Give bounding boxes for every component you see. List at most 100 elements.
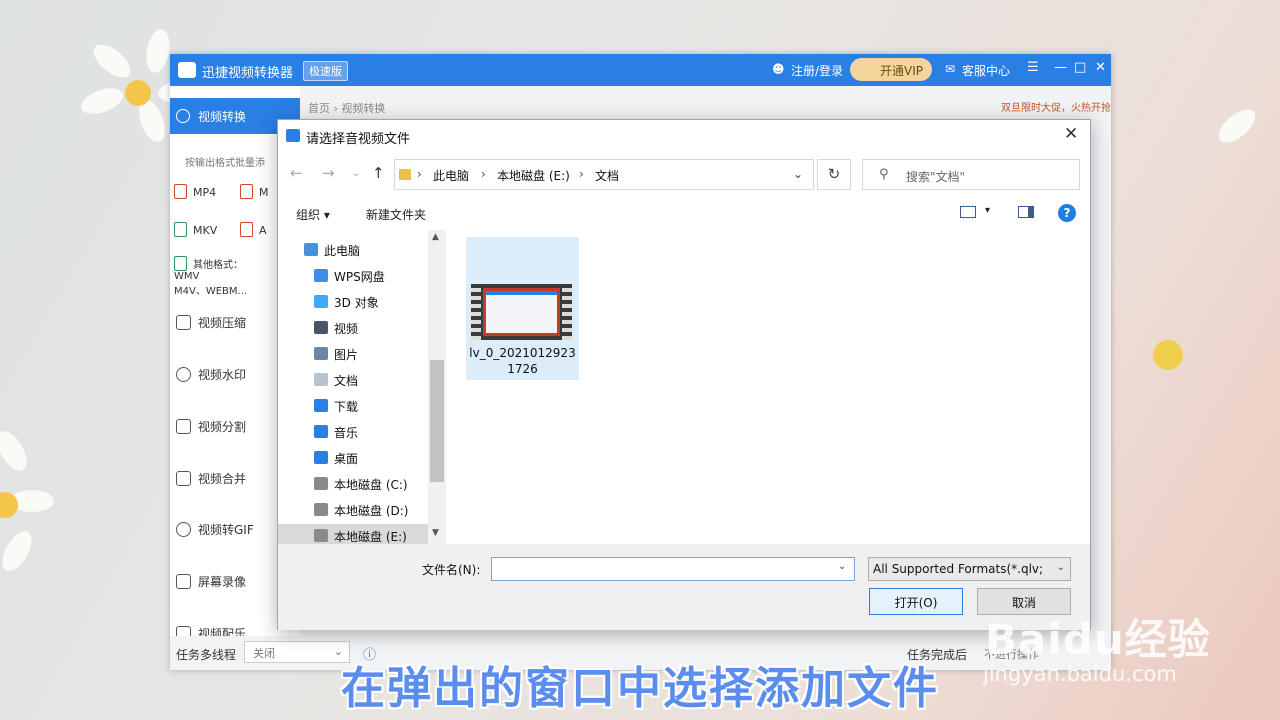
tree-item-label: WPS网盘 (334, 270, 385, 284)
subtitle-caption: 在弹出的窗口中选择添加文件 (341, 663, 939, 714)
folder-icon (314, 477, 328, 490)
tree-item[interactable]: 下载 (306, 394, 446, 418)
folder-icon (314, 347, 328, 360)
tree-item[interactable]: 视频 (306, 316, 446, 340)
tree-item[interactable]: 音乐 (306, 420, 446, 444)
close-icon[interactable]: ✕ (1095, 60, 1106, 75)
minimize-icon[interactable]: — (1054, 60, 1067, 75)
vip-button[interactable]: 开通VIP (850, 58, 932, 81)
scrollbar-thumb[interactable] (430, 360, 444, 482)
tree-item[interactable]: 3D 对象 (306, 290, 446, 314)
tree-item-label: 3D 对象 (334, 296, 379, 310)
folder-icon (314, 529, 328, 542)
record-icon (176, 574, 191, 589)
yellow-flower-decoration (1148, 335, 1188, 375)
tree-item-label: 文档 (334, 374, 359, 388)
tree-item[interactable]: 桌面 (306, 446, 446, 470)
file-name-label: lv_0_20210129231726 (469, 346, 576, 376)
folder-icon (314, 451, 328, 464)
split-icon (176, 419, 191, 434)
vip-label: 开通VIP (880, 64, 923, 78)
search-placeholder: 搜索"文档" (906, 170, 966, 184)
dialog-bottom-bar: 文件名(N): ⌄ All Supported Formats(*.qlv; ⌄… (278, 544, 1090, 630)
forward-arrow-icon[interactable]: → (322, 164, 335, 182)
tree-item[interactable]: WPS网盘 (306, 264, 446, 288)
video-file-icon (174, 222, 187, 237)
sidebar-item-record[interactable]: 屏幕录像 (176, 573, 246, 590)
address-crumb[interactable]: 文档 (595, 167, 619, 184)
video-file-icon (174, 184, 187, 199)
breadcrumb-separator-icon: › (481, 167, 486, 181)
chevron-down-icon[interactable]: ▾ (985, 205, 990, 216)
tree-item[interactable]: 本地磁盘 (D:) (306, 498, 446, 522)
tree-item-label: 音乐 (334, 426, 359, 440)
sidebar-item-gif[interactable]: 视频转GIF (176, 521, 254, 538)
tree-item-label: 此电脑 (324, 244, 361, 258)
address-bar[interactable]: › 此电脑 › 本地磁盘 (E:) › 文档 ⌄ (394, 159, 814, 190)
tree-item[interactable]: 图片 (306, 342, 446, 366)
login-link[interactable]: 注册/登录 (791, 62, 843, 79)
format-a[interactable]: A (240, 222, 267, 237)
sidebar-item-merge[interactable]: 视频合并 (176, 470, 246, 487)
open-button[interactable]: 打开(O) (869, 588, 963, 615)
app-titlebar: 迅捷视频转换器 极速版 ☻ 注册/登录 开通VIP ✉ 客服中心 ☰ — □ ✕ (170, 54, 1111, 86)
scroll-up-icon[interactable]: ▲ (432, 232, 439, 242)
close-icon[interactable]: ✕ (1064, 124, 1078, 144)
preview-pane-icon[interactable] (1018, 206, 1034, 218)
sidebar-item-compress[interactable]: 视频压缩 (176, 314, 246, 331)
video-thumbnail-icon (471, 284, 572, 340)
organize-button[interactable]: 组织 ▾ (296, 206, 330, 223)
folder-icon (314, 373, 328, 386)
tree-item[interactable]: 此电脑 (296, 238, 446, 262)
format-mp4[interactable]: MP4 (174, 184, 216, 199)
tree-item[interactable]: 本地磁盘 (E:) (278, 524, 428, 544)
search-icon: ⚲ (879, 167, 889, 182)
sidebar-item-watermark[interactable]: 视频水印 (176, 366, 246, 383)
chevron-down-icon[interactable]: ⌄ (793, 167, 803, 181)
maximize-icon[interactable]: □ (1074, 60, 1086, 75)
scroll-down-icon[interactable]: ▼ (432, 528, 439, 538)
chevron-down-icon[interactable]: ⌄ (838, 561, 846, 572)
address-crumb[interactable]: 此电脑 (433, 167, 469, 184)
tree-item-label: 本地磁盘 (C:) (334, 478, 408, 492)
filename-label: 文件名(N): (422, 563, 481, 577)
format-mkv[interactable]: MKV (174, 222, 217, 237)
tree-item[interactable]: 本地磁盘 (C:) (306, 472, 446, 496)
up-arrow-icon[interactable]: ↑ (372, 164, 385, 182)
convert-icon (176, 109, 190, 123)
tree-scrollbar[interactable]: ▲ ▼ (428, 230, 446, 544)
folder-icon (314, 425, 328, 438)
recent-dropdown-icon[interactable]: ⌄ (352, 168, 360, 179)
tree-item-label: 下载 (334, 400, 359, 414)
service-center-link[interactable]: 客服中心 (962, 62, 1010, 79)
folder-icon (304, 243, 318, 256)
app-logo-icon (286, 129, 300, 142)
sidebar-item-split[interactable]: 视频分割 (176, 418, 246, 435)
file-item[interactable]: lv_0_20210129231726 (466, 237, 579, 380)
menu-icon[interactable]: ☰ (1027, 60, 1039, 75)
video-file-icon (174, 256, 187, 271)
tree-item-label: 桌面 (334, 452, 359, 466)
help-icon[interactable]: ? (1058, 204, 1076, 222)
gif-icon (176, 522, 191, 537)
view-options-icon[interactable] (960, 206, 976, 218)
file-type-filter[interactable]: All Supported Formats(*.qlv; ⌄ (868, 557, 1071, 581)
filename-input[interactable] (491, 557, 855, 581)
merge-icon (176, 471, 191, 486)
compress-icon (176, 315, 191, 330)
new-folder-button[interactable]: 新建文件夹 (366, 206, 426, 223)
back-arrow-icon[interactable]: ← (290, 164, 303, 182)
address-crumb[interactable]: 本地磁盘 (E:) (497, 167, 570, 184)
breadcrumb-separator-icon: › (417, 167, 422, 181)
chat-icon: ✉ (945, 62, 956, 76)
refresh-icon: ↻ (827, 165, 841, 183)
format-other[interactable]: 其他格式：WMV M4V、WEBM... (174, 256, 249, 297)
tree-item[interactable]: 文档 (306, 368, 446, 392)
format-m[interactable]: M (240, 184, 269, 199)
search-input[interactable]: ⚲ 搜索"文档" (862, 159, 1080, 190)
refresh-button[interactable]: ↻ (817, 159, 851, 190)
nav-video-convert-label: 视频转换 (198, 110, 247, 124)
promo-banner[interactable]: 双旦限时大促，火热开抢 (1001, 99, 1111, 114)
folder-icon (314, 503, 328, 516)
tree-item-label: 本地磁盘 (E:) (334, 530, 407, 544)
